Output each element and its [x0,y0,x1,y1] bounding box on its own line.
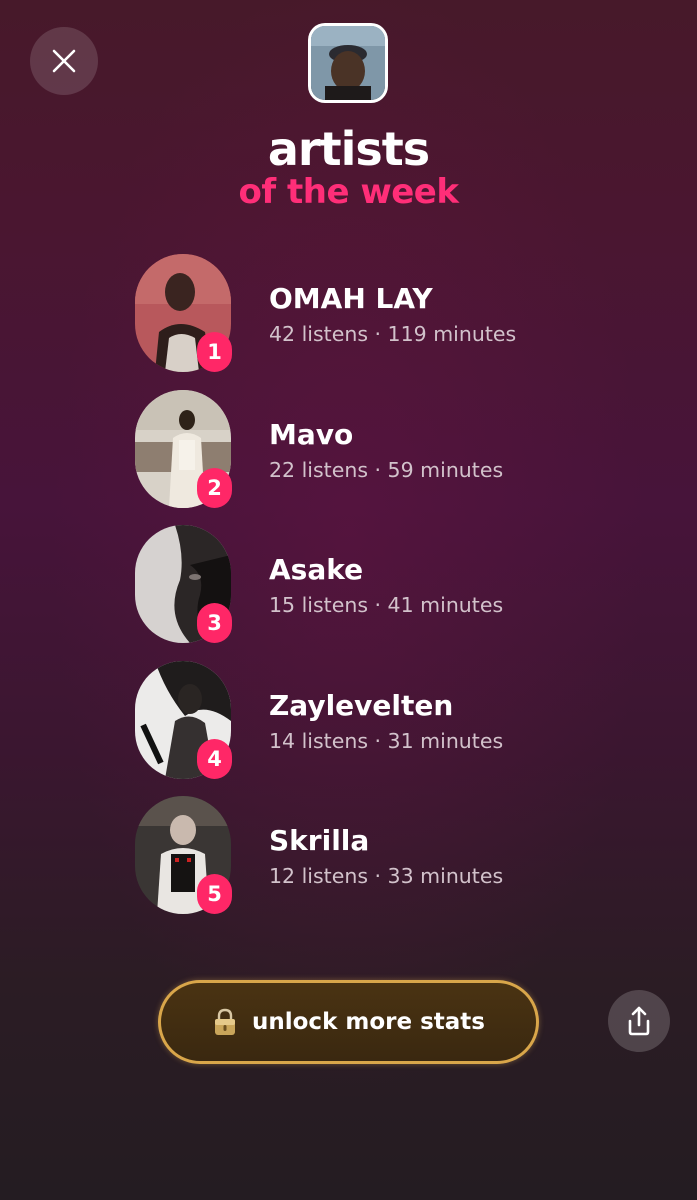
artist-name: OMAH LAY [269,282,433,315]
artist-name: Skrilla [269,824,370,857]
artist-stats: 14 listens · 31 minutes [269,728,504,753]
unlock-more-stats-button[interactable]: unlock more stats [158,980,539,1064]
artist-name: Asake [269,553,364,586]
artist-name: Mavo [269,417,354,451]
page-heading: artists of the week [0,122,697,212]
share-icon [628,1006,650,1036]
rank-badge: 4 [197,738,232,779]
artist-row[interactable]: 2 Mavo 22 listens · 59 minutes [135,389,615,526]
rank-badge: 5 [197,874,232,914]
page-title: artists [267,122,430,176]
artist-name: Zaylevelten [269,688,454,722]
artist-stats: 15 listens · 41 minutes [269,593,504,617]
artist-row[interactable]: 5 Skrilla 12 listens · 33 minutes [135,796,615,932]
page-subtitle: of the week [238,172,459,212]
rank-badge: 1 [197,332,232,372]
user-avatar [308,23,388,103]
unlock-label: unlock more stats [252,1009,485,1035]
close-icon [52,49,76,73]
artist-stats: 12 listens · 33 minutes [269,864,504,888]
close-button[interactable] [30,27,98,95]
rank-badge: 3 [197,603,232,643]
lock-icon [215,1008,235,1035]
artists-of-the-week-screen: artists of the week 1 OMAH LAY 42 listen… [0,0,697,1200]
artist-row[interactable]: 1 OMAH LAY 42 listens · 119 minutes [135,254,615,390]
artist-stats: 42 listens · 119 minutes [269,322,517,346]
artist-row[interactable]: 3 Asake 15 listens · 41 minutes [135,525,615,661]
artist-row[interactable]: 4 Zaylevelten 14 listens · 31 minutes [135,660,615,797]
share-button[interactable] [608,990,670,1052]
artist-stats: 22 listens · 59 minutes [269,457,504,482]
avatar-photo [311,26,385,100]
artist-list: 1 OMAH LAY 42 listens · 119 minutes 2 Ma… [135,254,615,932]
rank-badge: 2 [197,467,232,508]
